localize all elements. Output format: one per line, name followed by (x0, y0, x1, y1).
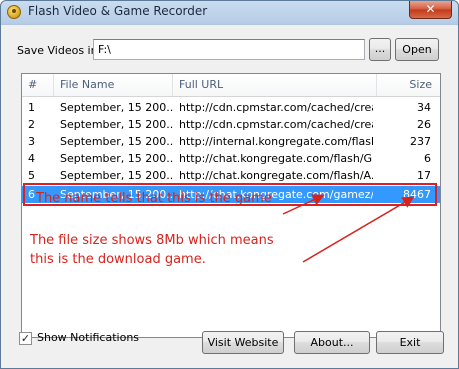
row-file-name: September, 15 200... (60, 169, 174, 182)
row-size: 6 (424, 152, 431, 165)
row-size: 34 (417, 101, 431, 114)
row-url: http://cdn.cpmstar.com/cached/crea... (179, 118, 373, 131)
save-path-input[interactable]: F:\ (93, 39, 365, 60)
list-header: # File Name Full URL Size (22, 74, 440, 97)
window-title: Flash Video & Game Recorder (28, 4, 208, 18)
row-file-name: September, 15 200... (60, 135, 174, 148)
annotation-size-line-2: this is the download game. (30, 252, 206, 267)
save-videos-label: Save Videos in: (17, 44, 102, 57)
row-number: 3 (28, 135, 35, 148)
visit-website-button[interactable]: Visit Website (202, 331, 284, 354)
column-header-full-url[interactable]: Full URL (173, 74, 377, 96)
exit-button[interactable]: Exit (376, 331, 444, 354)
table-row[interactable]: 2 September, 15 200... http://cdn.cpmsta… (22, 116, 440, 133)
row-number: 2 (28, 118, 35, 131)
column-header-size[interactable]: Size (377, 74, 440, 96)
row-size: 237 (410, 135, 431, 148)
browse-button[interactable]: ... (369, 38, 391, 61)
close-button[interactable]: ✕ (409, 1, 452, 19)
table-row[interactable]: 3 September, 15 200... http://internal.k… (22, 133, 440, 150)
app-window: Flash Video & Game Recorder ✕ Save Video… (0, 0, 459, 369)
annotation-size-note: The file size shows 8Mb which means this… (30, 231, 274, 269)
show-notifications-label[interactable]: Show Notifications (37, 331, 139, 344)
row-file-name: September, 15 200... (60, 152, 174, 165)
annotation-name-note: The name tells that this is the game (36, 191, 272, 206)
table-row[interactable]: 1 September, 15 200... http://cdn.cpmsta… (22, 99, 440, 116)
title-bar[interactable]: Flash Video & Game Recorder ✕ (1, 1, 458, 24)
row-url: http://cdn.cpmstar.com/cached/crea... (179, 101, 373, 114)
row-number: 4 (28, 152, 35, 165)
column-header-number[interactable]: # (22, 74, 54, 96)
table-row[interactable]: 5 September, 15 200... http://chat.kongr… (22, 167, 440, 184)
row-url: http://chat.kongregate.com/flash/G... (179, 152, 373, 165)
row-size: 17 (417, 169, 431, 182)
row-url: http://chat.kongregate.com/flash/A... (179, 169, 373, 182)
table-row[interactable]: 4 September, 15 200... http://chat.kongr… (22, 150, 440, 167)
row-url: http://internal.kongregate.com/flash... (179, 135, 373, 148)
column-header-file-name[interactable]: File Name (54, 74, 173, 96)
annotation-size-line-1: The file size shows 8Mb which means (30, 233, 274, 248)
row-size: 26 (417, 118, 431, 131)
row-file-name: September, 15 200... (60, 101, 174, 114)
row-file-name: September, 15 200... (60, 118, 174, 131)
row-number: 5 (28, 169, 35, 182)
show-notifications-checkbox[interactable]: ✓ (19, 332, 32, 345)
about-button[interactable]: About... (294, 331, 370, 354)
row-number: 1 (28, 101, 35, 114)
app-icon (7, 5, 21, 19)
open-button[interactable]: Open (395, 38, 439, 61)
